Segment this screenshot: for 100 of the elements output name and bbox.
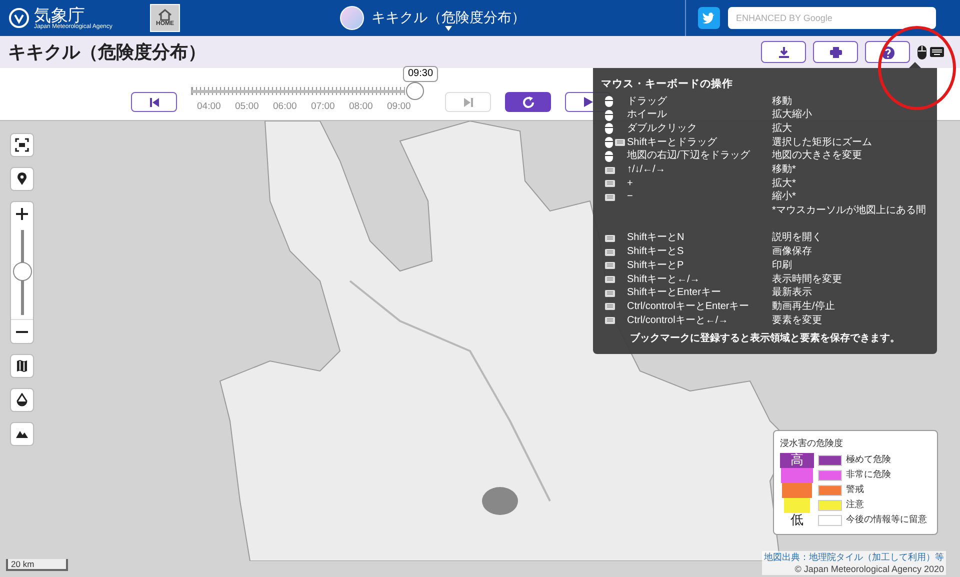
refresh-icon <box>522 96 534 108</box>
shortcut-key: Shiftキーとドラッグ <box>627 138 772 148</box>
caret-icon <box>445 26 452 31</box>
shortcut-action: 最新表示 <box>772 288 812 298</box>
minus-icon <box>16 330 28 332</box>
keyboard-icon <box>605 194 615 201</box>
keyboard-icon <box>605 303 615 310</box>
lake-shape <box>482 487 518 515</box>
legend-label: 今後の情報等に留意 <box>846 513 927 526</box>
tick-label: 06:00 <box>273 100 298 114</box>
keyboard-icon <box>605 234 615 242</box>
keyboard-icon <box>605 317 615 324</box>
shortcut-action: 動画再生/停止 <box>772 302 835 312</box>
fit-view-button[interactable] <box>10 133 34 157</box>
location-button[interactable] <box>10 167 34 191</box>
map-style-button[interactable] <box>10 354 34 378</box>
tick-label: 04:00 <box>197 100 222 114</box>
popup-title: マウス・キーボードの操作 <box>601 77 734 92</box>
shortcut-key: ShiftキーとN <box>627 233 772 244</box>
mouse-icon <box>605 96 613 108</box>
time-slider-thumb[interactable] <box>406 82 424 100</box>
shortcut-key: Ctrl/controlキーとEnterキー <box>627 302 772 312</box>
scale-bar: 20 km <box>6 559 68 571</box>
shortcut-action: *マウスカーソルが地図上にある間 <box>772 206 926 216</box>
shortcut-action: 説明を開く <box>772 233 822 244</box>
app-title-dropdown[interactable]: キキクル（危険度分布） <box>372 5 526 31</box>
popup-footer-note: ブックマークに登録すると表示領域と要素を保存できます。 <box>629 332 901 346</box>
shortcut-key: ↑/↓/←/→ <box>627 165 772 176</box>
keyboard-icon <box>605 166 615 174</box>
funnel-band <box>784 498 810 512</box>
fullscreen-icon <box>15 138 29 152</box>
legend-label: 極めて危険 <box>846 453 891 466</box>
mouse-icon <box>605 123 613 134</box>
shortcut-action: 拡大縮小 <box>772 110 812 120</box>
mouse-icon <box>917 44 927 60</box>
mouse-icon <box>605 150 613 162</box>
first-frame-button[interactable] <box>131 92 177 112</box>
shortcut-key: ShiftキーとP <box>627 260 772 271</box>
shortcut-action: 拡大* <box>772 178 796 189</box>
funnel-band <box>781 468 813 482</box>
mouse-icon <box>605 137 613 148</box>
water-button[interactable] <box>10 388 34 412</box>
shortcut-action: 要素を変更 <box>772 316 822 326</box>
bird-button[interactable] <box>698 7 720 29</box>
copyright-text: © Japan Meteorological Agency 2020 <box>794 563 944 575</box>
shortcut-key: 地図の右辺/下辺をドラッグ <box>627 151 772 162</box>
mouse-keyboard-button[interactable] <box>917 44 944 60</box>
help-button[interactable] <box>865 41 910 63</box>
legend-label: 注意 <box>846 498 864 512</box>
bird-icon <box>702 12 716 24</box>
low-label: 低 <box>790 513 804 527</box>
shortcut-key: − <box>627 192 772 202</box>
keyboard-icon <box>930 47 944 57</box>
drop-icon <box>15 393 29 407</box>
shortcut-action: 印刷 <box>772 260 792 271</box>
keyboard-icon <box>615 139 625 146</box>
plus-icon <box>16 208 28 220</box>
legend-label: 警戒 <box>846 483 864 496</box>
time-bubble: 09:30 <box>403 66 438 82</box>
download-icon <box>776 46 790 58</box>
print-button[interactable] <box>813 41 858 63</box>
funnel-band <box>782 482 812 498</box>
app-logo-icon <box>340 6 364 30</box>
shortcut-action: 移動* <box>772 165 796 176</box>
shortcut-key: ドラッグ <box>627 96 772 107</box>
zoom-slider-thumb[interactable] <box>12 262 32 281</box>
help-icon <box>880 46 894 58</box>
shortcut-action: 地図の大きさを変更 <box>772 151 862 162</box>
tick-label: 07:00 <box>311 100 336 114</box>
keyboard-icon <box>605 290 615 297</box>
shortcut-action: 画像保存 <box>772 247 812 258</box>
tick-label: 09:00 <box>387 100 412 114</box>
shortcut-key: ShiftキーとEnterキー <box>627 288 772 298</box>
page-title: キキクル（危険度分布） <box>8 40 207 64</box>
download-button[interactable] <box>761 41 806 63</box>
keyboard-icon <box>605 262 615 270</box>
legend-label: 非常に危険 <box>846 468 891 482</box>
logo-icon <box>8 7 30 29</box>
house-icon <box>158 9 172 21</box>
shortcut-key: ダブルクリック <box>627 124 772 134</box>
shortcut-key: Ctrl/controlキーと←/→ <box>627 316 772 326</box>
search-field[interactable]: ENHANCED BY Google <box>728 7 936 29</box>
tick-label: 05:00 <box>235 100 260 114</box>
high-label: 高 <box>790 453 804 467</box>
shortcut-action: 拡大 <box>772 124 792 134</box>
keyboard-icon <box>605 276 615 284</box>
skip-back-icon <box>150 98 158 106</box>
location-pin-icon <box>15 172 29 186</box>
terrain-button[interactable] <box>10 422 34 446</box>
shortcut-action: 移動 <box>772 96 792 107</box>
logo-text: 気象庁 <box>34 6 85 24</box>
keyboard-icon <box>605 180 615 188</box>
mouse-icon <box>605 110 613 121</box>
keyboard-icon <box>605 248 615 256</box>
tick-label: 08:00 <box>349 100 374 114</box>
map-source-link[interactable]: 地図出典：地理院タイル（加工して利用）等 <box>764 551 944 563</box>
latest-button[interactable] <box>505 92 551 112</box>
shortcut-key: ホイール <box>627 110 772 120</box>
legend-title: 浸水害の危険度 <box>780 437 844 450</box>
skip-forward-icon <box>464 98 472 106</box>
